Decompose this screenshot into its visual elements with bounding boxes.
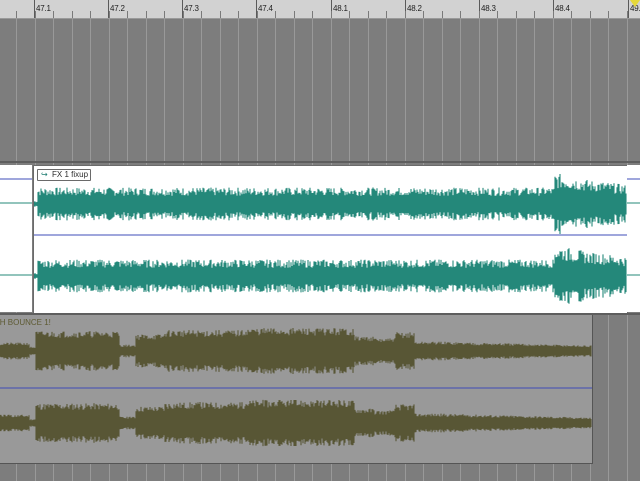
fx-region-left-stub[interactable] xyxy=(0,165,32,312)
beat-tick xyxy=(368,11,369,18)
waveform-channel xyxy=(0,399,592,447)
beat-tick xyxy=(312,11,313,18)
beat-tick xyxy=(442,11,443,18)
fx-region-name: FX 1 fixup xyxy=(52,170,89,179)
fx-audio-region[interactable]: ↪ FX 1 fixup xyxy=(33,165,628,314)
beat-tick xyxy=(294,11,295,18)
beat-tick xyxy=(90,11,91,18)
bounce-waveform xyxy=(0,328,592,447)
beat-tick xyxy=(423,11,424,18)
beat-tick xyxy=(127,11,128,18)
beat-tick xyxy=(220,11,221,18)
bounce-audio-region[interactable]: CH BOUNCE 1! xyxy=(0,315,593,464)
bar-label-48-4: 48.4 xyxy=(555,4,570,13)
bar-label-47-3: 47.3 xyxy=(184,4,199,13)
bounce-region-name: CH BOUNCE 1! xyxy=(0,318,51,327)
beat-tick xyxy=(590,11,591,18)
fx-region-right-stub[interactable] xyxy=(627,165,640,312)
left-stub-waveform xyxy=(0,178,32,276)
fx-waveform xyxy=(34,174,627,304)
beat-tick xyxy=(553,11,554,18)
arrange-area[interactable]: ↪ FX 1 fixup CH BOUNCE 1! xyxy=(0,19,640,481)
beat-tick xyxy=(627,11,628,18)
bar-label-48-1: 48.1 xyxy=(333,4,348,13)
beat-tick xyxy=(386,11,387,18)
beat-tick xyxy=(516,11,517,18)
beat-tick xyxy=(257,11,258,18)
beat-tick xyxy=(201,11,202,18)
beat-tick xyxy=(275,11,276,18)
bar-tick xyxy=(628,0,629,18)
beat-tick xyxy=(479,11,480,18)
playhead-marker[interactable] xyxy=(630,0,640,7)
right-stub-waveform xyxy=(627,178,640,276)
beat-tick xyxy=(109,11,110,18)
beat-tick xyxy=(16,11,17,18)
beat-tick xyxy=(460,11,461,18)
beat-tick xyxy=(608,11,609,18)
bar-label-48-3: 48.3 xyxy=(481,4,496,13)
bar-label-47-4: 47.4 xyxy=(258,4,273,13)
beat-tick xyxy=(497,11,498,18)
beat-tick xyxy=(164,11,165,18)
beat-tick xyxy=(146,11,147,18)
beat-tick xyxy=(331,11,332,18)
beat-tick xyxy=(405,11,406,18)
timeline-ruler[interactable]: 47.1 47.2 47.3 47.4 48.1 48.2 48.3 48.4 … xyxy=(0,0,640,19)
waveform-channel xyxy=(34,248,627,304)
beat-tick xyxy=(349,11,350,18)
beat-tick xyxy=(534,11,535,18)
waveform-channel xyxy=(0,328,592,374)
beat-tick xyxy=(238,11,239,18)
fx-region-name-tag[interactable]: ↪ FX 1 fixup xyxy=(37,169,92,181)
beat-tick xyxy=(53,11,54,18)
beat-tick xyxy=(571,11,572,18)
loop-arrow-icon: ↪ xyxy=(41,170,48,179)
beat-tick xyxy=(183,11,184,18)
beat-tick xyxy=(35,11,36,18)
track-separator-top xyxy=(0,161,640,163)
bar-label-48-2: 48.2 xyxy=(407,4,422,13)
waveform-channel xyxy=(34,174,627,234)
beat-tick xyxy=(72,11,73,18)
bar-label-47-1: 47.1 xyxy=(36,4,51,13)
bar-label-47-2: 47.2 xyxy=(110,4,125,13)
